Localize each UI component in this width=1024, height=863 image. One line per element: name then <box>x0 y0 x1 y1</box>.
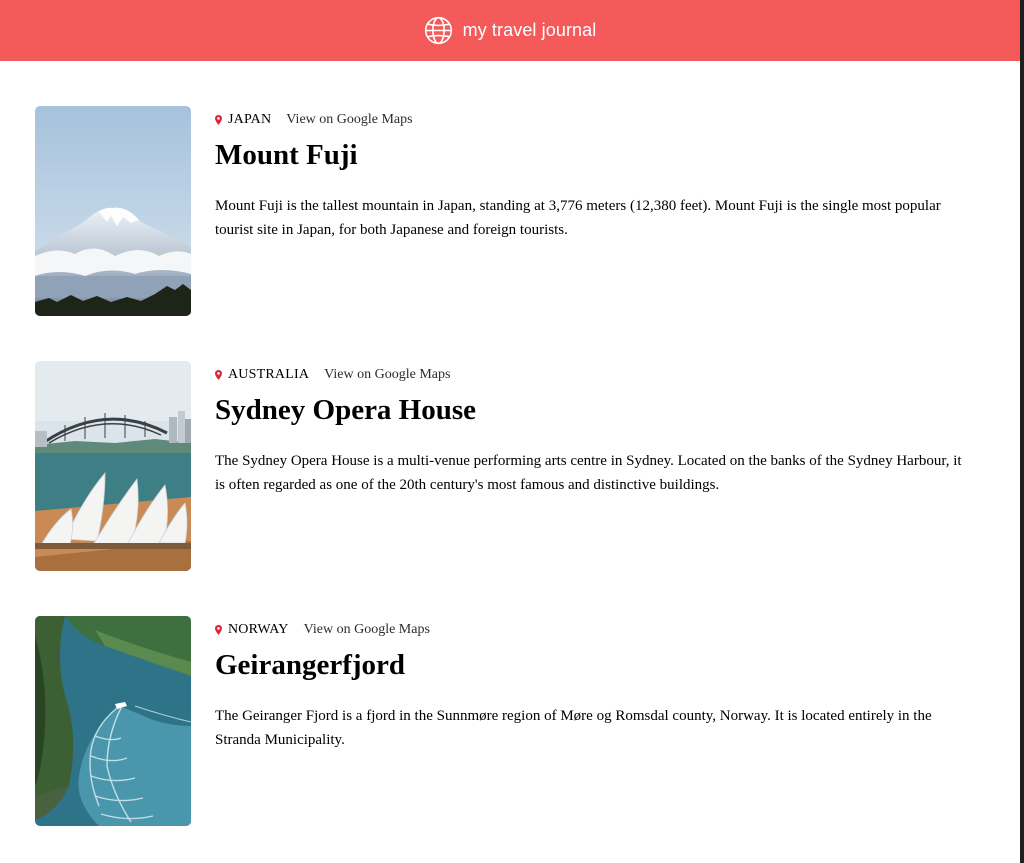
entry-title: Mount Fuji <box>215 139 358 171</box>
entry-photo <box>35 361 191 571</box>
entry-description: Mount Fuji is the tallest mountain in Ja… <box>215 198 941 238</box>
entry-meta: AUSTRALIA View on Google Maps <box>215 367 450 383</box>
entry-title: Sydney Opera House <box>215 394 477 426</box>
app-title: my travel journal <box>462 20 597 40</box>
location-pin-icon <box>215 115 222 125</box>
entry-photo <box>35 106 191 316</box>
view-on-google-maps-link[interactable]: View on Google Maps <box>304 622 430 638</box>
journal-entry: NORWAY View on Google Maps Geirangerfjor… <box>35 616 975 826</box>
view-on-google-maps-link[interactable]: View on Google Maps <box>324 367 450 383</box>
entry-photo <box>35 616 191 826</box>
entry-description: The Sydney Opera House is a multi-venue … <box>215 453 962 493</box>
journal-entry: AUSTRALIA View on Google Maps Sydney Ope… <box>35 361 975 571</box>
entry-meta: NORWAY View on Google Maps <box>215 622 430 638</box>
globe-icon <box>424 16 453 45</box>
entry-country: NORWAY <box>228 622 289 637</box>
app-header: my travel journal <box>0 0 1020 61</box>
entry-country: AUSTRALIA <box>228 367 310 382</box>
entry-description: The Geiranger Fjord is a fjord in the Su… <box>215 708 932 748</box>
journal-entry: JAPAN View on Google Maps Mount Fuji Mou… <box>35 106 975 316</box>
entry-title: Geirangerfjord <box>215 649 406 681</box>
entry-meta: JAPAN View on Google Maps <box>215 112 413 128</box>
view-on-google-maps-link[interactable]: View on Google Maps <box>286 112 412 128</box>
brand: my travel journal <box>424 16 597 45</box>
location-pin-icon <box>215 625 222 635</box>
location-pin-icon <box>215 370 222 380</box>
entry-country: JAPAN <box>228 112 272 127</box>
window-edge <box>1020 0 1024 863</box>
